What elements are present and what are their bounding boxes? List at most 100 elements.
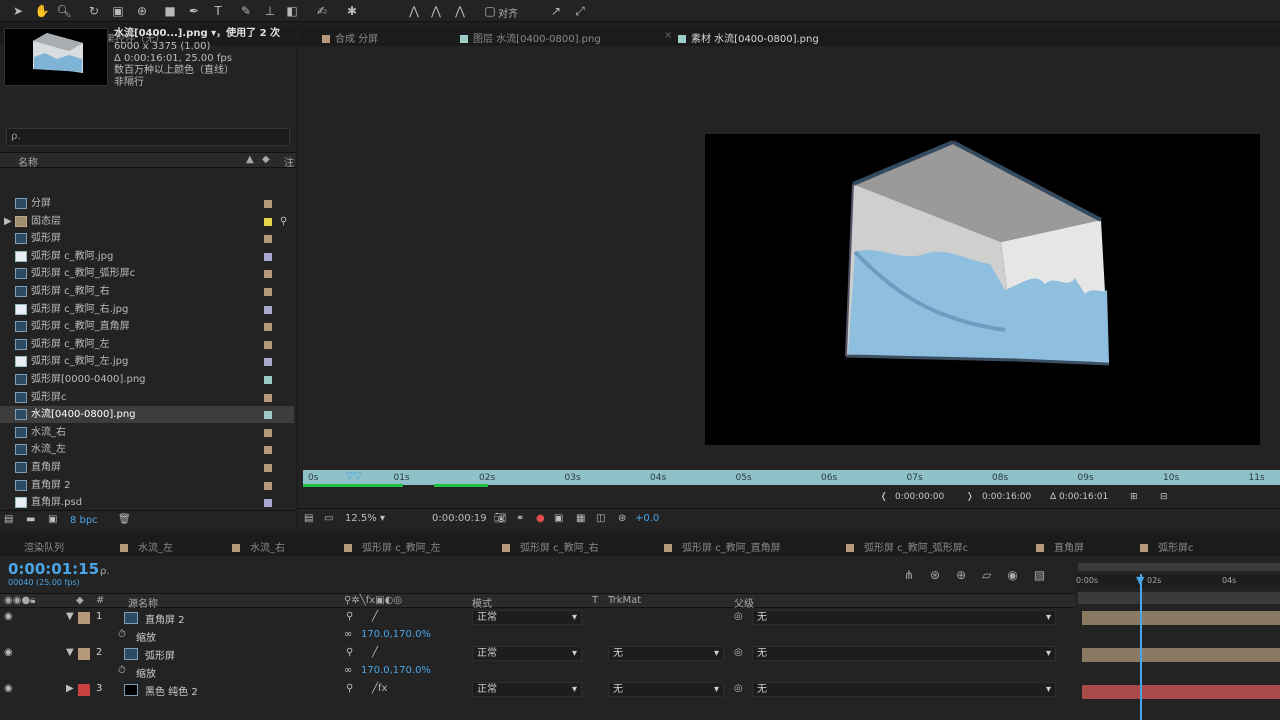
hand-tool-icon[interactable]: ✋ — [34, 3, 50, 19]
exposure-value[interactable]: +0.0 — [635, 513, 659, 524]
timeline-tab[interactable]: 弧形屏c — [1140, 539, 1194, 554]
quality-switch-icon[interactable]: ╱fx — [372, 683, 387, 694]
project-item[interactable]: 弧形屏 c_教阿_左.jpg — [0, 353, 294, 370]
flowchart-icon[interactable]: ⚲ — [280, 213, 287, 230]
label-color-swatch[interactable] — [264, 200, 272, 208]
sort-arrow-icon[interactable]: ▲ — [246, 154, 254, 165]
column-note[interactable]: 注 — [284, 154, 294, 169]
roto-brush-tool-icon[interactable]: ✍ — [314, 3, 330, 19]
project-item[interactable]: 弧形屏 c_教阿_右.jpg — [0, 301, 294, 318]
snapshot-icon[interactable]: 📷︎ — [494, 513, 507, 524]
zoom-select[interactable]: 12.5% ▾ — [345, 513, 385, 524]
bpc-toggle[interactable]: 8 bpc — [70, 515, 98, 526]
layer-label-swatch[interactable] — [78, 684, 90, 696]
expand-icon[interactable]: ⤢ — [572, 3, 588, 19]
parent-select[interactable]: 无 — [752, 646, 1056, 661]
project-item[interactable]: 弧形屏 c_教阿.jpg — [0, 248, 294, 265]
trash-icon[interactable]: 🗑︎ — [118, 514, 131, 525]
label-color-swatch[interactable] — [264, 464, 272, 472]
label-color-swatch[interactable] — [264, 376, 272, 384]
layer-label-swatch[interactable] — [78, 612, 90, 624]
label-color-swatch[interactable] — [264, 305, 272, 314]
align-right-icon[interactable]: ⋀ — [452, 3, 468, 19]
monitor-icon[interactable]: ▭ — [324, 513, 333, 524]
eraser-tool-icon[interactable]: ◧ — [284, 3, 300, 19]
zoom-tool-icon[interactable]: 🔍︎ — [56, 3, 72, 19]
shy-switch-icon[interactable]: ⚲ — [346, 647, 353, 658]
timeline-switches-icons[interactable]: ⋔⊛⊕▱◉▧ — [904, 568, 1061, 582]
footage-preview[interactable] — [705, 134, 1260, 445]
timeline-tab[interactable]: 水流_左 — [120, 539, 173, 554]
label-color-swatch[interactable] — [264, 481, 272, 490]
snap-checkbox-icon[interactable]: ▢ — [482, 3, 498, 19]
puppet-tool-icon[interactable]: ✱ — [344, 3, 360, 19]
project-item[interactable]: 直角屏.psd — [0, 494, 294, 511]
clone-stamp-tool-icon[interactable]: ⊥ — [262, 3, 278, 19]
rectangle-tool-icon[interactable]: ■ — [162, 3, 178, 19]
tab-layer[interactable]: 图层 水流[0400-0800].png — [460, 30, 601, 45]
scale-value[interactable]: 170.0,170.0% — [361, 629, 431, 640]
trkmat-select[interactable]: 无 — [608, 682, 724, 697]
timeline-tab[interactable]: 水流_右 — [232, 539, 285, 554]
label-color-swatch[interactable] — [264, 288, 272, 296]
timeline-tab[interactable]: 弧形屏 c_教阿_右 — [502, 539, 599, 554]
project-item[interactable]: 分屏 — [0, 195, 294, 212]
label-color-swatch[interactable] — [264, 217, 272, 226]
visibility-eye-icon[interactable]: ◉ — [4, 611, 13, 622]
quality-switch-icon[interactable]: ╱ — [372, 647, 378, 658]
layer-name[interactable]: 直角屏 2 — [145, 611, 185, 626]
layer-duration-bar[interactable] — [1082, 685, 1280, 699]
timeline-tab[interactable]: 弧形屏 c_教阿_弧形屏c — [846, 539, 968, 554]
project-item[interactable]: ▶ 固态层 ⚲ — [0, 213, 294, 230]
footage-time-ruler[interactable] — [303, 470, 1280, 485]
label-color-swatch[interactable] — [264, 358, 272, 367]
selection-tool-icon[interactable]: ➤ — [10, 3, 26, 19]
pen-tool-icon[interactable]: ✒ — [186, 3, 202, 19]
label-color-swatch[interactable] — [264, 252, 272, 261]
parent-select[interactable]: 无 — [752, 610, 1056, 625]
timeline-search-input[interactable]: ρ. — [100, 566, 110, 577]
stopwatch-icon[interactable]: ⏱︎ — [118, 629, 126, 640]
blend-mode-select[interactable]: 正常 — [472, 646, 582, 661]
layer-row[interactable]: ◉ ▼ 2 弧形屏 ⚲ ╱ 正常 无 ◎ 无 — [0, 645, 1075, 663]
out-time[interactable]: 0:00:16:00 — [982, 492, 1031, 502]
layer-row[interactable]: ◉ ▼ 1 直角屏 2 ⚲ ╱ 正常 ◎ 无 — [0, 609, 1075, 627]
visibility-eye-icon[interactable]: ◉ — [4, 683, 13, 694]
ripple-insert-icon[interactable]: ⊞ — [1130, 492, 1138, 502]
label-color-swatch[interactable] — [264, 411, 272, 420]
work-area-bar[interactable] — [1078, 563, 1280, 571]
align-center-icon[interactable]: ⋀ — [428, 3, 444, 19]
stopwatch-icon[interactable]: ⏱︎ — [118, 665, 126, 676]
current-time-indicator[interactable] — [1140, 574, 1142, 720]
layer-name[interactable]: 弧形屏 — [145, 647, 175, 662]
pickwhip-icon[interactable]: ◎ — [734, 647, 743, 658]
project-item[interactable]: 水流[0400-0800].png — [0, 406, 294, 424]
blend-mode-select[interactable]: 正常 — [472, 682, 582, 697]
align-left-icon[interactable]: ⋀ — [406, 3, 422, 19]
pan-behind-tool-icon[interactable]: ⊕ — [134, 3, 150, 19]
project-item[interactable]: 弧形屏[0000-0400].png — [0, 371, 294, 388]
always-preview-icon[interactable]: ▤ — [304, 513, 313, 524]
close-tab-icon[interactable]: × — [664, 30, 672, 41]
column-source-name[interactable]: 源名称 — [128, 595, 158, 610]
label-color-swatch[interactable] — [264, 235, 272, 244]
tab-footage[interactable]: 素材 水流[0400-0800].png — [678, 30, 819, 45]
work-area-range[interactable] — [1078, 592, 1280, 604]
blend-mode-select[interactable]: 正常 — [472, 610, 582, 625]
set-in-icon[interactable]: ❬ — [880, 492, 888, 502]
timeline-tab[interactable]: 弧形屏 c_教阿_左 — [344, 539, 441, 554]
playhead-marker-icon[interactable]: ▽▽ — [346, 471, 364, 483]
shy-switch-icon[interactable]: ⚲ — [346, 683, 353, 694]
constrain-link-icon[interactable]: ∞ — [344, 629, 352, 640]
project-item[interactable]: 直角屏 2 — [0, 477, 294, 494]
project-item[interactable]: 弧形屏 — [0, 230, 294, 247]
arrow-icon[interactable]: ↗ — [548, 3, 564, 19]
layer-duration-bar[interactable] — [1082, 611, 1280, 625]
show-snapshot-icon[interactable]: ⚭ — [516, 513, 524, 524]
type-tool-icon[interactable]: T — [210, 3, 226, 19]
label-column-icon[interactable]: ◆ — [262, 154, 270, 165]
twirl-arrow-icon[interactable]: ▼ — [66, 611, 74, 622]
timeline-tab[interactable]: 直角屏 — [1036, 539, 1084, 554]
label-color-swatch[interactable] — [264, 323, 272, 332]
channel-icon[interactable]: ● — [536, 513, 545, 524]
